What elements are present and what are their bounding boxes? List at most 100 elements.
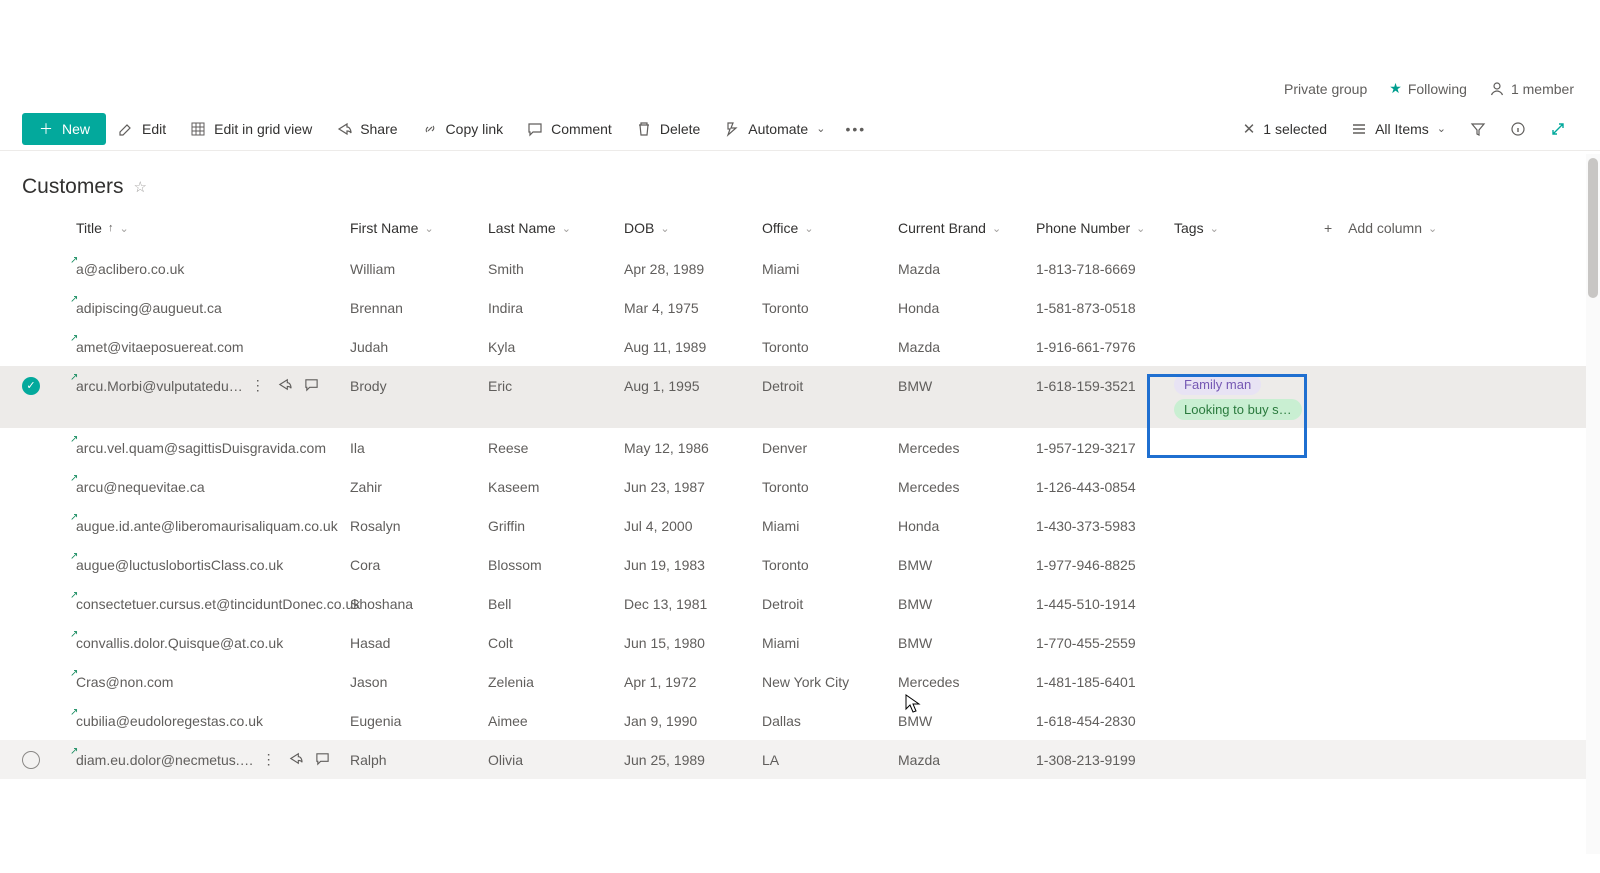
following-toggle[interactable]: ★ Following	[1389, 80, 1467, 97]
table-row[interactable]: ↗convallis.dolor.Quisque@at.co.ukHasadCo…	[0, 623, 1600, 662]
delete-button[interactable]: Delete	[624, 115, 712, 143]
add-column-button[interactable]: + Add column ⌄	[1324, 220, 1444, 236]
table-row[interactable]: ↗diam.eu.dolor@necmetus.…⋮RalphOliviaJun…	[0, 740, 1600, 779]
link-arrow-icon: ↗	[70, 668, 78, 679]
table-row[interactable]: ✓↗arcu.Morbi@vulputatedu…⋮BrodyEricAug 1…	[0, 366, 1600, 428]
clear-selection-button[interactable]: ✕ 1 selected	[1231, 114, 1339, 144]
column-brand[interactable]: Current Brand ⌄	[898, 220, 1036, 236]
column-title[interactable]: Title ↑ ⌄	[76, 220, 350, 236]
column-last-name[interactable]: Last Name ⌄	[488, 220, 624, 236]
cell-phone: 1-308-213-9199	[1036, 740, 1174, 779]
row-menu-icon[interactable]: ⋮	[262, 751, 276, 768]
chevron-down-icon: ⌄	[1136, 222, 1145, 235]
expand-button[interactable]	[1538, 115, 1578, 143]
comment-label: Comment	[551, 121, 612, 137]
cell-office: Miami	[762, 506, 898, 545]
comment-button[interactable]: Comment	[515, 115, 624, 143]
table-row[interactable]: ↗arcu.vel.quam@sagittisDuisgravida.comIl…	[0, 428, 1600, 467]
cell-first-name: Zahir	[350, 467, 488, 506]
row-selected-check-icon[interactable]: ✓	[22, 377, 40, 395]
cell-office: Toronto	[762, 545, 898, 584]
table-row[interactable]: ↗amet@vitaeposuereat.comJudahKylaAug 11,…	[0, 327, 1600, 366]
row-share-icon[interactable]	[288, 751, 303, 768]
cell-phone: 1-581-873-0518	[1036, 288, 1174, 327]
info-button[interactable]	[1498, 115, 1538, 143]
cell-last-name: Kaseem	[488, 467, 624, 506]
row-select-circle[interactable]	[22, 751, 40, 769]
cell-last-name: Griffin	[488, 506, 624, 545]
table-row[interactable]: ↗cubilia@eudoloregestas.co.ukEugeniaAime…	[0, 701, 1600, 740]
favorite-star-icon[interactable]: ☆	[134, 178, 147, 196]
cell-title[interactable]: ↗Cras@non.com	[76, 662, 350, 701]
share-button[interactable]: Share	[324, 115, 409, 143]
column-phone[interactable]: Phone Number ⌄	[1036, 220, 1174, 236]
cell-title[interactable]: ↗arcu.vel.quam@sagittisDuisgravida.com	[76, 428, 350, 467]
cell-title-text: convallis.dolor.Quisque@at.co.uk	[76, 635, 283, 651]
privacy-label: Private group	[1284, 81, 1367, 97]
members-link[interactable]: 1 member	[1489, 81, 1574, 97]
column-first-name[interactable]: First Name ⌄	[350, 220, 488, 236]
table-row[interactable]: ↗arcu@nequevitae.caZahirKaseemJun 23, 19…	[0, 467, 1600, 506]
table-row[interactable]: ↗augue.id.ante@liberomaurisaliquam.co.uk…	[0, 506, 1600, 545]
link-arrow-icon: ↗	[70, 590, 78, 601]
copy-link-button[interactable]: Copy link	[410, 115, 516, 143]
row-menu-icon[interactable]: ⋮	[251, 377, 265, 394]
table-row[interactable]: ↗a@aclibero.co.ukWilliamSmithApr 28, 198…	[0, 249, 1600, 288]
cell-dob: Jun 23, 1987	[624, 467, 762, 506]
following-label: Following	[1408, 81, 1467, 97]
cell-tags	[1174, 288, 1324, 327]
cell-title[interactable]: ↗convallis.dolor.Quisque@at.co.uk	[76, 623, 350, 662]
cell-title[interactable]: ↗cubilia@eudoloregestas.co.uk	[76, 701, 350, 740]
cell-title[interactable]: ↗augue.id.ante@liberomaurisaliquam.co.uk	[76, 506, 350, 545]
cell-first-name: Brennan	[350, 288, 488, 327]
column-dob[interactable]: DOB ⌄	[624, 220, 762, 236]
cell-title[interactable]: ↗augue@luctuslobortisClass.co.uk	[76, 545, 350, 584]
table-row[interactable]: ↗augue@luctuslobortisClass.co.ukCoraBlos…	[0, 545, 1600, 584]
column-office-label: Office	[762, 220, 798, 236]
cell-title[interactable]: ↗amet@vitaeposuereat.com	[76, 327, 350, 366]
edit-grid-button[interactable]: Edit in grid view	[178, 115, 324, 143]
row-comment-icon[interactable]	[315, 751, 330, 768]
automate-button[interactable]: Automate ⌄	[712, 115, 837, 143]
automate-label: Automate	[748, 121, 808, 137]
column-phone-label: Phone Number	[1036, 220, 1130, 236]
cell-title[interactable]: ↗diam.eu.dolor@necmetus.…⋮	[76, 740, 350, 779]
column-tags[interactable]: Tags ⌄	[1174, 220, 1324, 236]
overflow-menu[interactable]: •••	[837, 121, 874, 137]
table-row[interactable]: ↗Cras@non.comJasonZeleniaApr 1, 1972New …	[0, 662, 1600, 701]
tag-pill[interactable]: Looking to buy s…	[1174, 399, 1302, 420]
share-label: Share	[360, 121, 397, 137]
vertical-scrollbar-thumb[interactable]	[1588, 158, 1598, 298]
cell-title[interactable]: ↗adipiscing@augueut.ca	[76, 288, 350, 327]
cell-first-name: Shoshana	[350, 584, 488, 623]
cell-dob: Aug 1, 1995	[624, 366, 762, 405]
table-row[interactable]: ↗consectetuer.cursus.et@tinciduntDonec.c…	[0, 584, 1600, 623]
cell-brand: BMW	[898, 366, 1036, 405]
cell-title-text: consectetuer.cursus.et@tinciduntDonec.co…	[76, 596, 360, 612]
cell-title[interactable]: ↗arcu@nequevitae.ca	[76, 467, 350, 506]
cell-first-name: Cora	[350, 545, 488, 584]
cell-title[interactable]: ↗consectetuer.cursus.et@tinciduntDonec.c…	[76, 584, 350, 623]
cell-brand: Mazda	[898, 249, 1036, 288]
cell-title-text: diam.eu.dolor@necmetus.…	[76, 752, 254, 768]
filter-button[interactable]	[1458, 115, 1498, 143]
trash-icon	[636, 121, 652, 137]
cell-last-name: Colt	[488, 623, 624, 662]
link-arrow-icon: ↗	[70, 434, 78, 445]
column-office[interactable]: Office ⌄	[762, 220, 898, 236]
view-switcher[interactable]: All Items ⌄	[1339, 115, 1458, 143]
plus-icon: ＋	[38, 121, 54, 137]
cell-first-name: Judah	[350, 327, 488, 366]
cell-brand: BMW	[898, 545, 1036, 584]
tag-pill[interactable]: Family man	[1174, 374, 1261, 395]
new-button[interactable]: ＋ New	[22, 113, 106, 145]
cell-title[interactable]: ↗a@aclibero.co.uk	[76, 249, 350, 288]
cell-title-text: amet@vitaeposuereat.com	[76, 339, 244, 355]
row-share-icon[interactable]	[277, 377, 292, 394]
cell-brand: Honda	[898, 506, 1036, 545]
row-comment-icon[interactable]	[304, 377, 319, 394]
chevron-down-icon: ⌄	[816, 122, 825, 135]
edit-button[interactable]: Edit	[106, 115, 178, 143]
table-row[interactable]: ↗adipiscing@augueut.caBrennanIndiraMar 4…	[0, 288, 1600, 327]
cell-title[interactable]: ↗arcu.Morbi@vulputatedu…⋮	[76, 366, 350, 405]
